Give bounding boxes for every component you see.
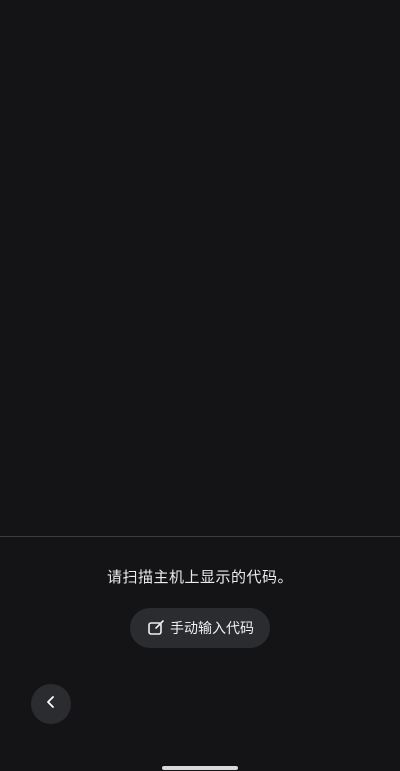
scan-instruction-text: 请扫描主机上显示的代码。	[106, 568, 293, 586]
home-indicator	[162, 766, 238, 770]
chevron-left-icon	[43, 694, 59, 714]
edit-icon	[146, 618, 166, 638]
manual-entry-button[interactable]: 手动输入代码	[130, 608, 270, 648]
camera-viewport	[0, 0, 400, 536]
divider	[0, 536, 400, 537]
back-button[interactable]	[31, 684, 71, 724]
scan-code-screen: 请扫描主机上显示的代码。 手动输入代码	[0, 0, 400, 771]
manual-entry-label: 手动输入代码	[170, 621, 254, 637]
